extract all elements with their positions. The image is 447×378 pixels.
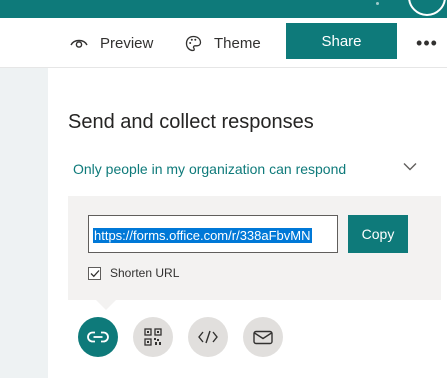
permission-label: Only people in my organization can respo… [73,161,347,177]
more-options-button[interactable]: ••• [412,18,442,68]
qr-code-icon [144,328,162,346]
left-panel [0,68,48,378]
permission-dropdown[interactable]: Only people in my organization can respo… [68,158,418,182]
send-email-button[interactable] [243,317,283,357]
link-url-text[interactable]: https://forms.office.com/r/338aFbvMN [93,228,312,243]
toolbar: Preview Theme Share ••• [0,18,447,68]
embed-icon [198,330,218,344]
shorten-url-option[interactable]: Shorten URL [88,266,179,280]
header-dot [376,2,379,5]
send-qr-code-button[interactable] [133,317,173,357]
copy-button[interactable]: Copy [348,215,408,253]
theme-button[interactable]: Theme [185,18,261,68]
send-panel: Send and collect responses Only people i… [48,68,447,378]
chevron-down-icon [403,163,417,171]
app-header-bar [0,0,447,18]
shorten-url-checkbox[interactable] [88,266,101,280]
send-link-button[interactable] [78,317,118,357]
shorten-url-label: Shorten URL [110,266,180,280]
link-icon [87,331,109,343]
active-method-pointer [96,300,116,310]
eye-icon [70,39,88,48]
preview-button[interactable]: Preview [70,18,153,68]
checkmark-icon [90,269,99,277]
palette-icon [185,35,202,51]
link-section: https://forms.office.com/r/338aFbvMN Cop… [68,196,441,300]
mail-icon [253,330,273,344]
preview-label: Preview [100,34,154,52]
send-embed-button[interactable] [188,317,228,357]
theme-label: Theme [214,34,261,52]
avatar[interactable] [408,0,446,16]
panel-title: Send and collect responses [68,111,314,133]
share-button[interactable]: Share [286,23,397,59]
